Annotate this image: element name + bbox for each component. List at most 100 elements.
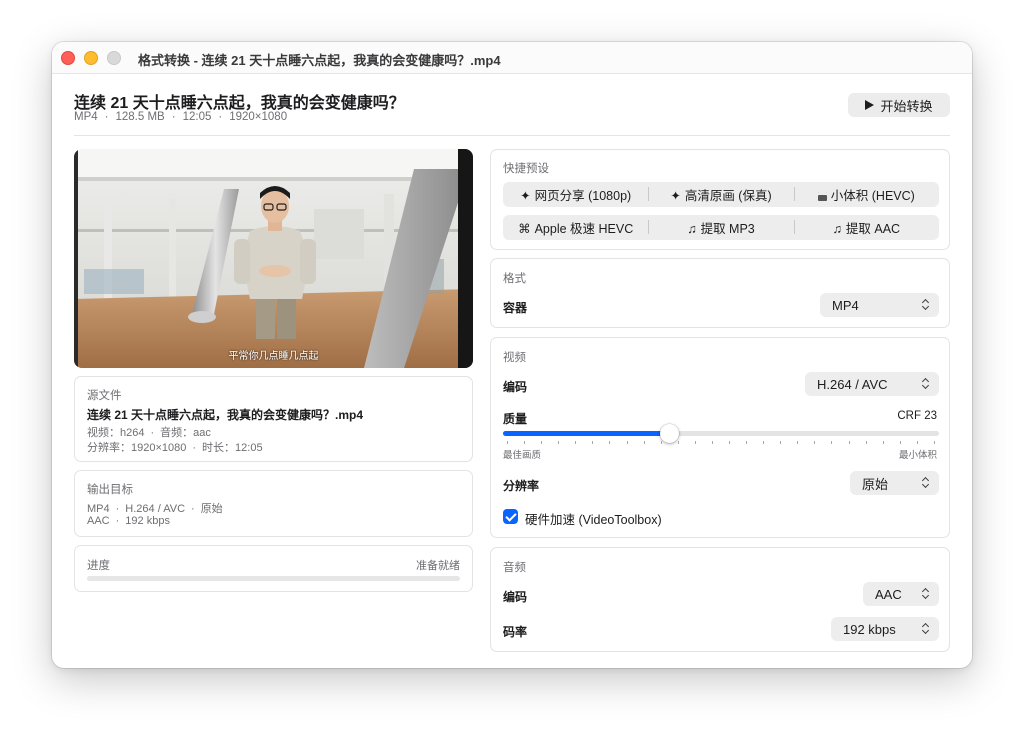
chevron-up-down-icon — [922, 476, 930, 490]
progress-label: 进度 — [87, 560, 110, 572]
slider-tick — [729, 441, 731, 444]
slider-tick — [831, 441, 833, 444]
chevron-up-down-icon — [922, 587, 930, 601]
sparkle-icon: ✦ — [670, 189, 681, 203]
source-codecs: 视频：h264 · 音频：aac — [87, 427, 211, 439]
audio-title: 音频 — [503, 562, 526, 574]
output-card-label: 输出目标 — [87, 484, 133, 496]
output-target-card: 输出目标 MP4 · H.264 / AVC · 原始 AAC · 192 kbps — [74, 470, 473, 537]
meta-resolution: 1920×1080 — [229, 111, 288, 123]
preset-web-share-button[interactable]: ✦ 网页分享 (1080p) — [503, 185, 648, 204]
close-window-button[interactable] — [61, 51, 75, 65]
output-video-summary: MP4 · H.264 / AVC · 原始 — [87, 503, 223, 515]
output-audio-codec: AAC — [87, 515, 110, 527]
slider-tick — [592, 441, 594, 444]
quality-slider-fill — [503, 431, 669, 436]
audio-codec-select[interactable]: AAC — [863, 582, 939, 606]
output-audio-summary: AAC · 192 kbps — [87, 515, 170, 527]
container-select[interactable]: MP4 — [820, 293, 939, 317]
slider-tick — [677, 441, 679, 444]
meta-size: 128.5 MB — [115, 111, 165, 123]
video-subtitle: 平常你几点睡几点起 — [228, 351, 319, 362]
preset-label: 高清原画 (保真) — [684, 189, 772, 203]
format-card: 格式 容器 MP4 — [490, 258, 950, 328]
source-card-label: 源文件 — [87, 390, 122, 402]
output-container: MP4 — [87, 503, 110, 515]
preset-label: 提取 MP3 — [700, 222, 755, 236]
preset-extract-aac-button[interactable]: ♫ 提取 AAC — [793, 218, 939, 237]
play-icon — [865, 100, 875, 110]
minimize-window-button[interactable] — [84, 51, 98, 65]
slider-tick — [848, 441, 850, 444]
video-settings-card: 视频 编码 H.264 / AVC 质量 CRF 23 最佳画质 最小体积 分辨… — [490, 337, 950, 538]
progress-card: 进度 准备就绪 — [74, 545, 473, 592]
resolution-value: 原始 — [862, 476, 889, 492]
preset-label: 小体积 (HEVC) — [830, 189, 915, 203]
quality-slider[interactable] — [503, 424, 939, 443]
video-preview[interactable]: 平常你几点睡几点起 — [74, 149, 473, 368]
slider-tick — [660, 441, 662, 444]
slider-tick — [507, 441, 508, 444]
video-codec-value: h264 — [120, 427, 145, 439]
source-file-card: 源文件 连续 21 天十点睡六点起，我真的会变健康吗？.mp4 视频：h264 ·… — [74, 376, 473, 462]
preset-small-size-button[interactable]: 小体积 (HEVC) — [793, 185, 939, 204]
window-title: 格式转换 - 连续 21 天十点睡六点起，我真的会变健康吗？.mp4 — [138, 53, 501, 68]
slider-tick — [814, 441, 816, 444]
quality-min-caption: 最佳画质 — [503, 450, 542, 461]
hw-accel-label[interactable]: 硬件加速 (VideoToolbox) — [525, 509, 662, 528]
resolution-label: 分辨率 — [503, 479, 540, 493]
title-bar: 格式转换 - 连续 21 天十点睡六点起，我真的会变健康吗？.mp4 — [52, 42, 972, 74]
slider-tick — [865, 441, 867, 444]
progress-status: 准备就绪 — [416, 560, 460, 572]
quality-max-caption: 最小体积 — [898, 450, 937, 461]
chevron-up-down-icon — [922, 622, 930, 636]
audio-codec-label: 编码 — [503, 590, 528, 604]
output-audio-bitrate: 192 kbps — [125, 515, 170, 527]
start-convert-label: 开始转换 — [880, 98, 933, 114]
audio-settings-card: 音频 编码 AAC 码率 192 kbps — [490, 547, 950, 652]
page-title: 连续 21 天十点睡六点起，我真的会变健康吗？ — [74, 95, 405, 112]
slider-tick — [899, 441, 901, 444]
slider-tick — [882, 441, 884, 444]
preset-apple-hevc-button[interactable]: ⌘ Apple 极速 HEVC — [503, 218, 648, 237]
quality-slider-ticks — [507, 441, 935, 444]
container-value: MP4 — [832, 297, 859, 313]
slider-tick — [575, 441, 577, 444]
slider-tick — [643, 441, 645, 444]
chevron-up-down-icon — [922, 377, 930, 391]
presets-card: 快捷预设 ✦ 网页分享 (1080p) ✦ 高清原画 (保真) 小体积 (HEVC)… — [490, 149, 950, 250]
preset-row-2: ⌘ Apple 极速 HEVC ♫ 提取 MP3 ♫ 提取 AAC — [503, 215, 939, 240]
resolution-value: 1920×1080 — [131, 442, 187, 454]
zoom-window-button[interactable] — [107, 51, 121, 65]
meta-format: MP4 — [74, 111, 98, 123]
bitrate-select[interactable]: 192 kbps — [831, 617, 939, 641]
sparkle-icon: ✦ — [520, 189, 531, 203]
hw-accel-checkbox[interactable] — [503, 509, 518, 524]
chevron-up-down-icon — [922, 298, 930, 312]
archive-box-icon — [817, 192, 827, 201]
presets-title: 快捷预设 — [503, 163, 549, 175]
slider-tick — [933, 441, 935, 444]
slider-tick — [626, 441, 628, 444]
bitrate-label: 码率 — [503, 625, 528, 639]
duration-value: 12:05 — [235, 442, 263, 454]
audio-codec-value: aac — [193, 427, 211, 439]
file-meta: MP4 · 128.5 MB · 12:05 · 1920×1080 — [74, 111, 288, 123]
duration-label: 时长： — [202, 442, 236, 454]
start-convert-button[interactable]: 开始转换 — [848, 93, 950, 117]
slider-tick — [694, 441, 696, 444]
video-codec-select[interactable]: H.264 / AVC — [805, 372, 939, 396]
format-title: 格式 — [503, 273, 526, 285]
preset-extract-mp3-button[interactable]: ♫ 提取 MP3 — [648, 218, 793, 237]
slider-tick — [746, 441, 748, 444]
video-codec-label: 编码 — [503, 380, 528, 394]
output-video-codec: H.264 / AVC — [125, 503, 186, 515]
resolution-select[interactable]: 原始 — [850, 471, 939, 495]
resolution-label: 分辨率： — [87, 442, 131, 454]
progress-bar — [87, 576, 460, 581]
preset-hd-original-button[interactable]: ✦ 高清原画 (保真) — [648, 185, 793, 204]
quality-label: 质量 — [503, 412, 528, 426]
header-divider — [74, 135, 950, 136]
video-title: 视频 — [503, 352, 526, 364]
audio-codec-label: 音频： — [160, 427, 194, 439]
